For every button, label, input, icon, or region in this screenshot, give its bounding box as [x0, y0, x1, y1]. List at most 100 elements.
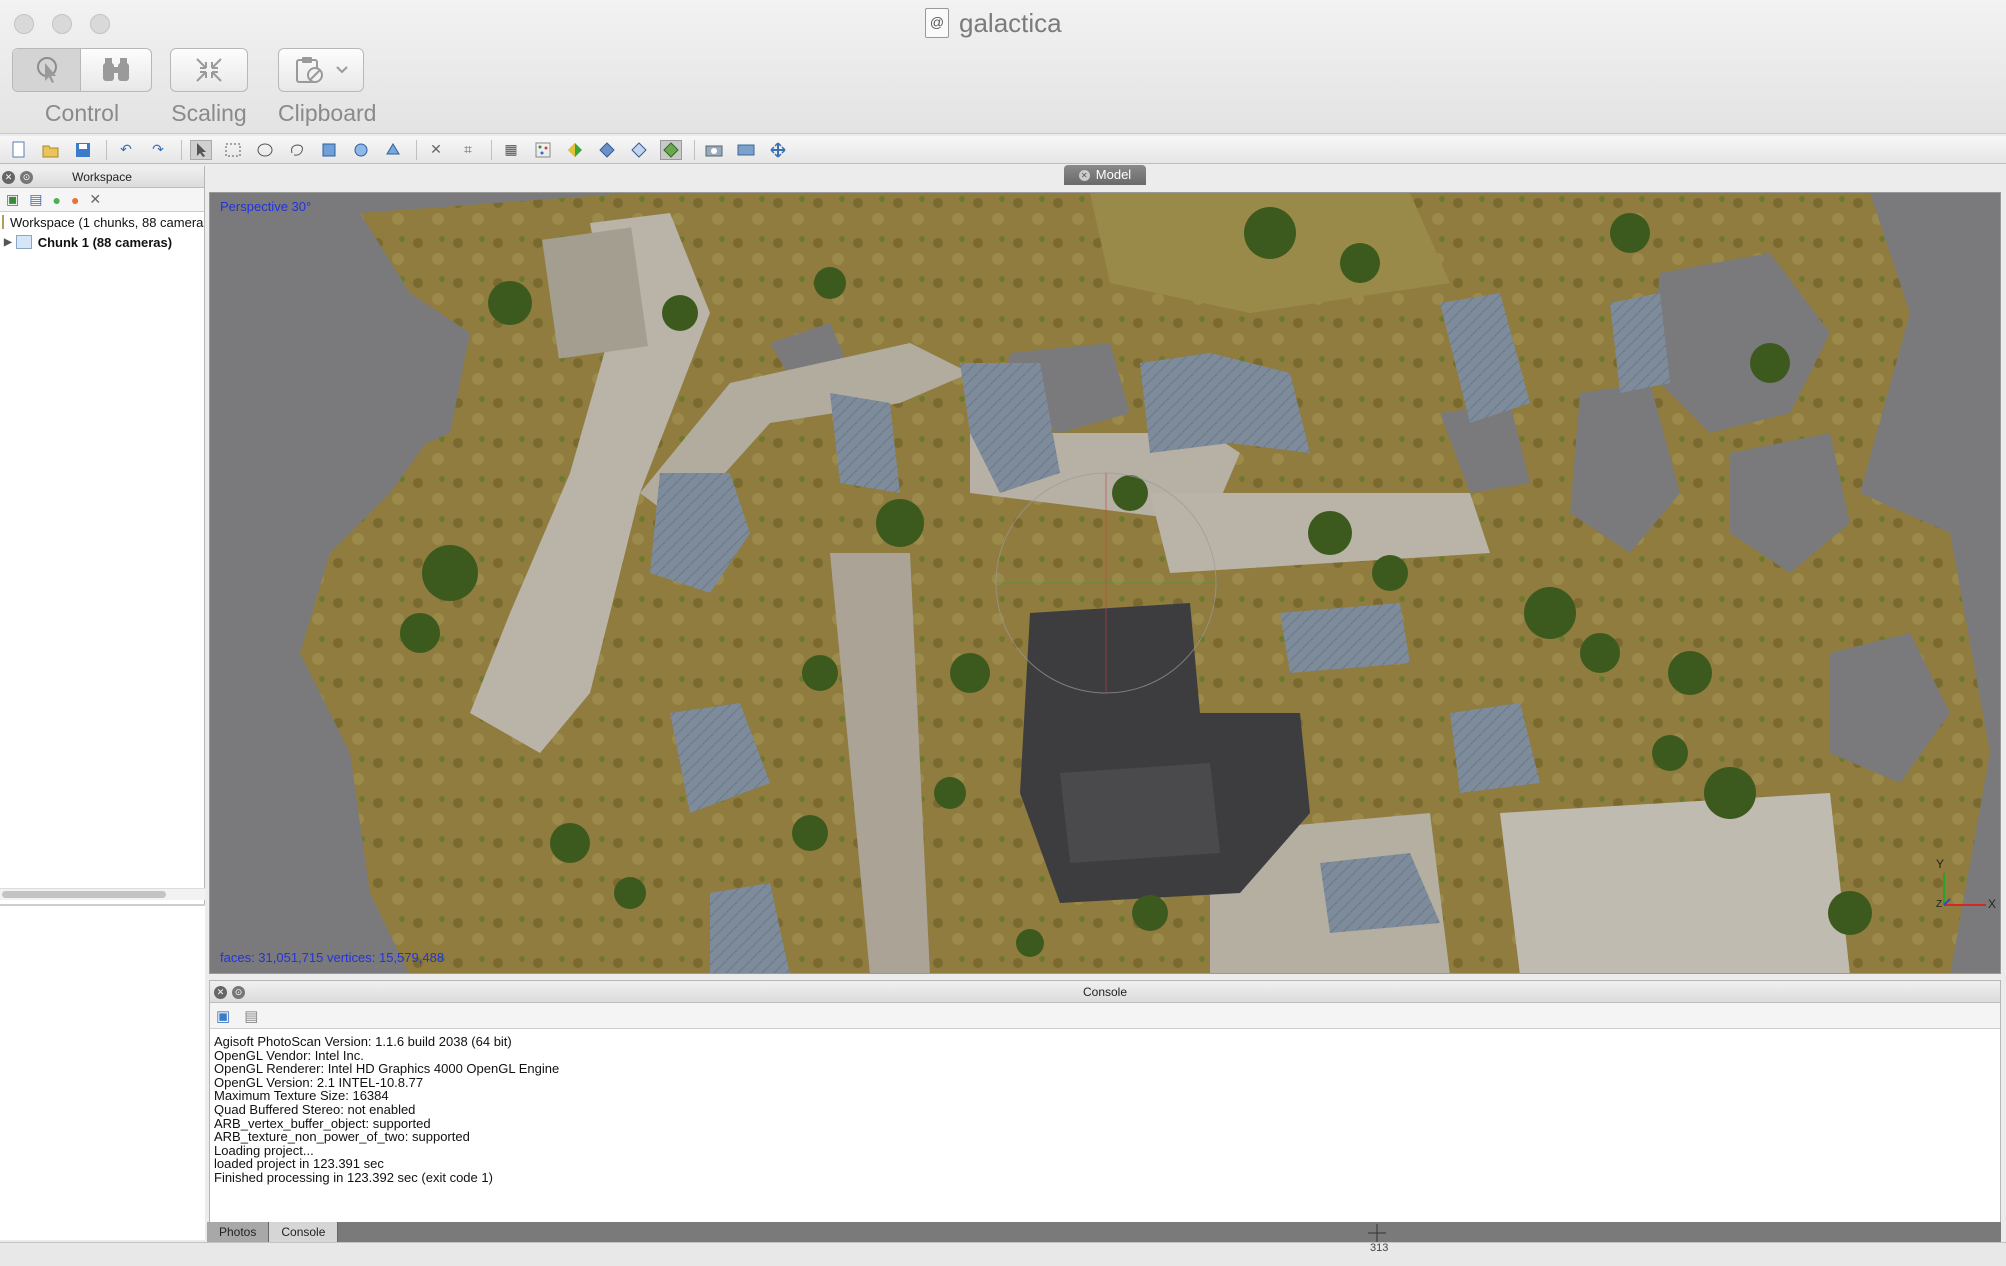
close-panel-icon[interactable]: ✕ [2, 171, 15, 184]
console-output: Agisoft PhotoScan Version: 1.1.6 build 2… [210, 1029, 2000, 1191]
enable-icon[interactable]: ● [52, 192, 60, 208]
binoculars-icon[interactable] [81, 49, 151, 91]
circle-select-icon[interactable] [254, 140, 276, 160]
cursor-coordinate: 313 [1370, 1242, 1389, 1254]
remove-icon[interactable]: ✕ [89, 191, 101, 208]
textured-icon[interactable] [660, 139, 682, 160]
scaling-tool: Scaling [170, 48, 248, 126]
add-photos-icon[interactable]: ▤ [29, 191, 42, 208]
add-chunk-icon[interactable]: ▣ [6, 191, 19, 208]
console-line: OpenGL Version: 2.1 INTEL-10.8.77 [214, 1074, 424, 1090]
toolbar-divider [106, 139, 107, 160]
control-segmented-button[interactable] [12, 48, 152, 92]
window-title: @ galactica [925, 6, 1062, 40]
chunk-tree-item[interactable]: ▶ Chunk 1 (88 cameras) [0, 232, 204, 252]
bottom-tab-bar: Photos Console [207, 1222, 2001, 1242]
delete-icon[interactable]: ✕ [425, 140, 447, 160]
title-bar: @ galactica Control Scaling Clipboard [0, 0, 2006, 134]
console-toolbar: ▣ ▤ [210, 1003, 2000, 1029]
console-line: Agisoft PhotoScan Version: 1.1.6 build 2… [214, 1034, 512, 1049]
free-select-icon[interactable] [286, 140, 308, 160]
clipboard-tool: Clipboard [278, 48, 376, 126]
control-label: Control [44, 100, 120, 126]
close-tab-icon[interactable]: ✕ [1078, 170, 1090, 181]
crosshair-cursor-icon [1368, 1224, 1386, 1242]
console-line: loaded project in 123.391 sec [214, 1156, 384, 1172]
save-icon[interactable] [72, 140, 94, 160]
clipboard-icon [296, 57, 323, 83]
projection-label: Perspective 30° [220, 199, 312, 214]
navigation-icon[interactable] [190, 139, 212, 160]
workspace-toolbar: ▣ ▤ ● ● ✕ [0, 188, 204, 212]
disclosure-triangle-icon[interactable]: ▶ [4, 237, 12, 248]
zoom-window-button[interactable] [90, 14, 110, 34]
crop-icon[interactable]: ⌗ [457, 140, 479, 160]
pointer-icon[interactable] [13, 49, 81, 91]
close-window-button[interactable] [14, 14, 34, 34]
cursor-readout: 313 [1362, 1224, 1392, 1264]
reset-view-icon[interactable] [767, 140, 789, 160]
workspace-tree-root[interactable]: Workspace (1 chunks, 88 cameras) [0, 212, 204, 232]
axis-x-label: X [1988, 897, 1997, 911]
chevron-down-icon [336, 66, 348, 74]
clipboard-button[interactable] [278, 48, 364, 92]
points-icon[interactable] [532, 140, 554, 160]
status-bar [0, 1242, 2006, 1266]
new-icon[interactable] [8, 140, 30, 160]
model-tab[interactable]: ✕ Model [1064, 165, 1146, 185]
console-title: Console [1082, 985, 1128, 999]
toolbar-divider [491, 139, 492, 160]
workspace-header: ✕ ⊙ Workspace [0, 166, 204, 188]
disable-icon[interactable]: ● [71, 192, 79, 208]
axis-y-label: Y [1936, 857, 1945, 871]
console-line: ARB_texture_non_power_of_two: supported [214, 1129, 470, 1145]
rotate-object-icon[interactable] [382, 140, 404, 160]
scaling-icon [196, 58, 222, 82]
console-line: Loading project... [214, 1142, 314, 1158]
console-line: OpenGL Renderer: Intel HD Graphics 4000 … [214, 1061, 560, 1077]
wireframe-icon[interactable] [596, 140, 618, 160]
axis-z-label: Z [1936, 899, 1943, 910]
undo-icon[interactable]: ↶ [115, 140, 137, 160]
save-log-icon[interactable]: ▣ [216, 1007, 230, 1025]
console-header: ✕ ⊙ Console [210, 981, 2000, 1003]
console-panel: ✕ ⊙ Console ▣ ▤ Agisoft PhotoScan Versio… [209, 980, 2001, 1224]
grid-icon[interactable]: ▦ [500, 140, 522, 160]
scaling-label: Scaling [171, 100, 247, 126]
clear-log-icon[interactable]: ▤ [244, 1007, 258, 1025]
camera-icon[interactable] [703, 140, 725, 160]
console-line: OpenGL Vendor: Intel Inc. [214, 1047, 364, 1063]
workspace-root-label: Workspace (1 chunks, 88 cameras) [10, 214, 204, 230]
main-toolbar: ↶ ↷ ✕ ⌗ ▦ [0, 136, 2006, 164]
tab-photos[interactable]: Photos [207, 1222, 270, 1242]
console-line: ARB_vertex_buffer_object: supported [214, 1115, 431, 1131]
workspace-panel: ✕ ⊙ Workspace ▣ ▤ ● ● ✕ Workspace (1 chu… [0, 166, 205, 1240]
ortho-icon[interactable] [735, 140, 757, 160]
control-tool: Control [12, 48, 152, 126]
workspace-scrollbar[interactable] [0, 888, 205, 900]
float-panel-icon[interactable]: ⊙ [20, 171, 33, 184]
toolbar-divider [694, 139, 695, 160]
solid-icon[interactable] [564, 140, 586, 160]
rotate-region-icon[interactable] [350, 140, 372, 160]
redo-icon[interactable]: ↷ [147, 140, 169, 160]
close-panel-icon[interactable]: ✕ [214, 986, 227, 999]
float-panel-icon[interactable]: ⊙ [232, 986, 245, 999]
workspace-properties-area [0, 904, 205, 1240]
scrollbar-thumb[interactable] [2, 891, 166, 898]
document-icon: @ [925, 8, 949, 38]
minimize-window-button[interactable] [52, 14, 72, 34]
app-window: @ galactica Control Scaling Clipboard ↶ … [0, 0, 2006, 1266]
window-title-text: galactica [959, 7, 1062, 38]
workspace-icon [2, 215, 4, 229]
open-icon[interactable] [40, 140, 62, 160]
resize-region-icon[interactable] [318, 140, 340, 160]
model-viewport[interactable]: Perspective 30° faces: 31,051,715 vertic… [209, 192, 2001, 974]
console-line: Quad Buffered Stereo: not enabled [214, 1101, 416, 1117]
chunk-label: Chunk 1 (88 cameras) [37, 234, 173, 250]
orthophoto-model [210, 193, 1990, 973]
scaling-button[interactable] [170, 48, 248, 92]
rectangle-select-icon[interactable] [222, 140, 244, 160]
tab-console[interactable]: Console [269, 1222, 339, 1242]
shaded-icon[interactable] [628, 140, 650, 160]
